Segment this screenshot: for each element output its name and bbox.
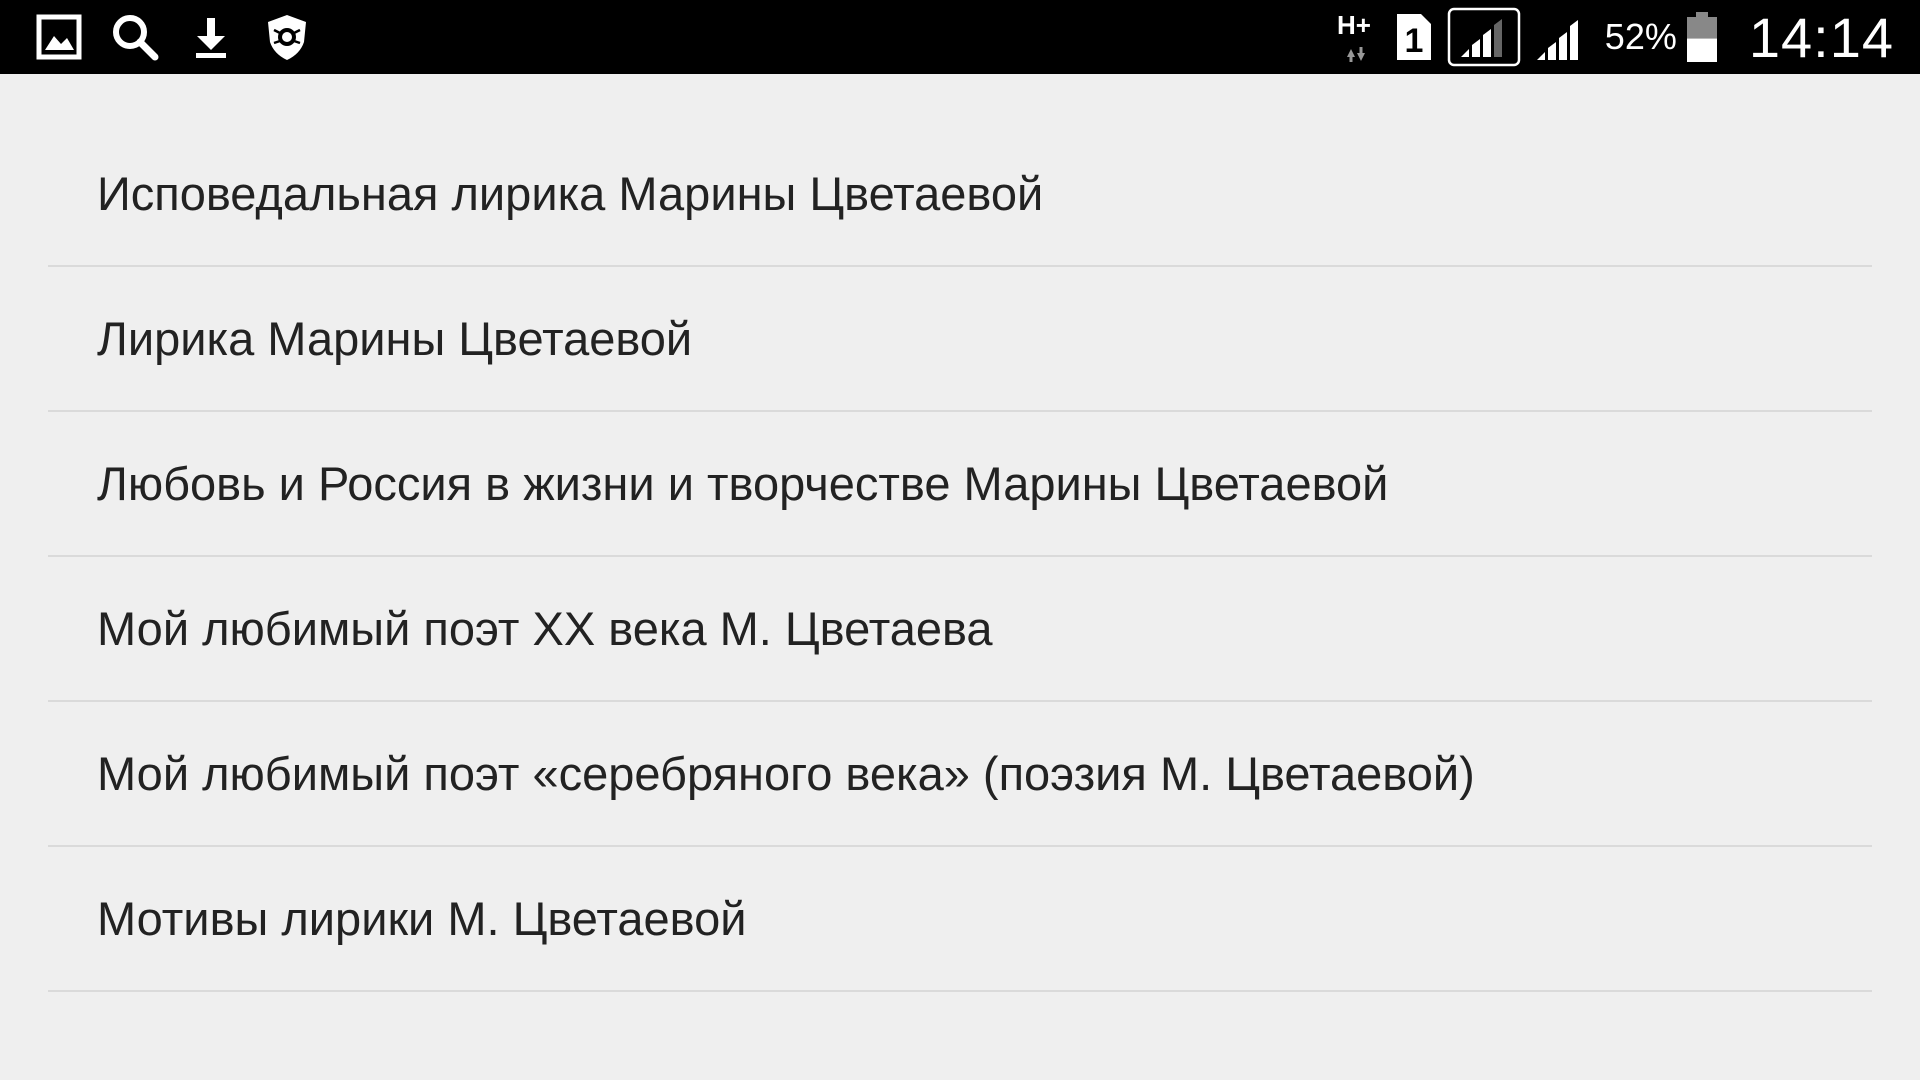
list-item[interactable]: Мой любимый поэт XX века М. Цветаева <box>48 557 1872 702</box>
list-item-label: Исповедальная лирика Марины Цветаевой <box>97 167 1044 220</box>
network-type-icon: H+ <box>1337 10 1371 62</box>
network-type-label: H+ <box>1337 10 1371 40</box>
sim-slot-label: 1 <box>1404 22 1423 60</box>
list-item[interactable]: Исповедальная лирика Марины Цветаевой <box>48 122 1872 267</box>
gallery-icon <box>36 14 82 60</box>
list-item[interactable]: Лирика Марины Цветаевой <box>48 267 1872 412</box>
system-icons: H+ 1 52% 14:14 <box>1321 0 1894 74</box>
topics-list: Исповедальная лирика Марины Цветаевой Ли… <box>48 122 1872 992</box>
list-item-label: Мотивы лирики М. Цветаевой <box>97 892 747 945</box>
signal-strength-sim2-icon <box>1536 20 1578 60</box>
battery-icon <box>1686 12 1717 62</box>
list-item[interactable]: Мотивы лирики М. Цветаевой <box>48 847 1872 992</box>
status-bar: H+ 1 52% 14:14 <box>0 0 1920 74</box>
sim-card-icon: 1 <box>1396 14 1431 60</box>
notification-icons <box>34 10 312 64</box>
signal-strength-sim1-icon <box>1447 7 1521 67</box>
list-item-label: Лирика Марины Цветаевой <box>97 312 693 365</box>
list-item[interactable]: Мой любимый поэт «серебряного века» (поэ… <box>48 702 1872 847</box>
search-icon <box>113 15 159 61</box>
clock: 14:14 <box>1748 5 1894 69</box>
battery-percent: 52% <box>1604 16 1677 57</box>
list-item-label: Любовь и Россия в жизни и творчестве Мар… <box>97 457 1389 510</box>
list-item-label: Мой любимый поэт «серебряного века» (поэ… <box>97 747 1475 800</box>
download-icon <box>196 18 226 58</box>
antivirus-shield-icon <box>268 15 306 60</box>
list-item[interactable]: Любовь и Россия в жизни и творчестве Мар… <box>48 412 1872 557</box>
list-item-label: Мой любимый поэт XX века М. Цветаева <box>97 602 993 655</box>
